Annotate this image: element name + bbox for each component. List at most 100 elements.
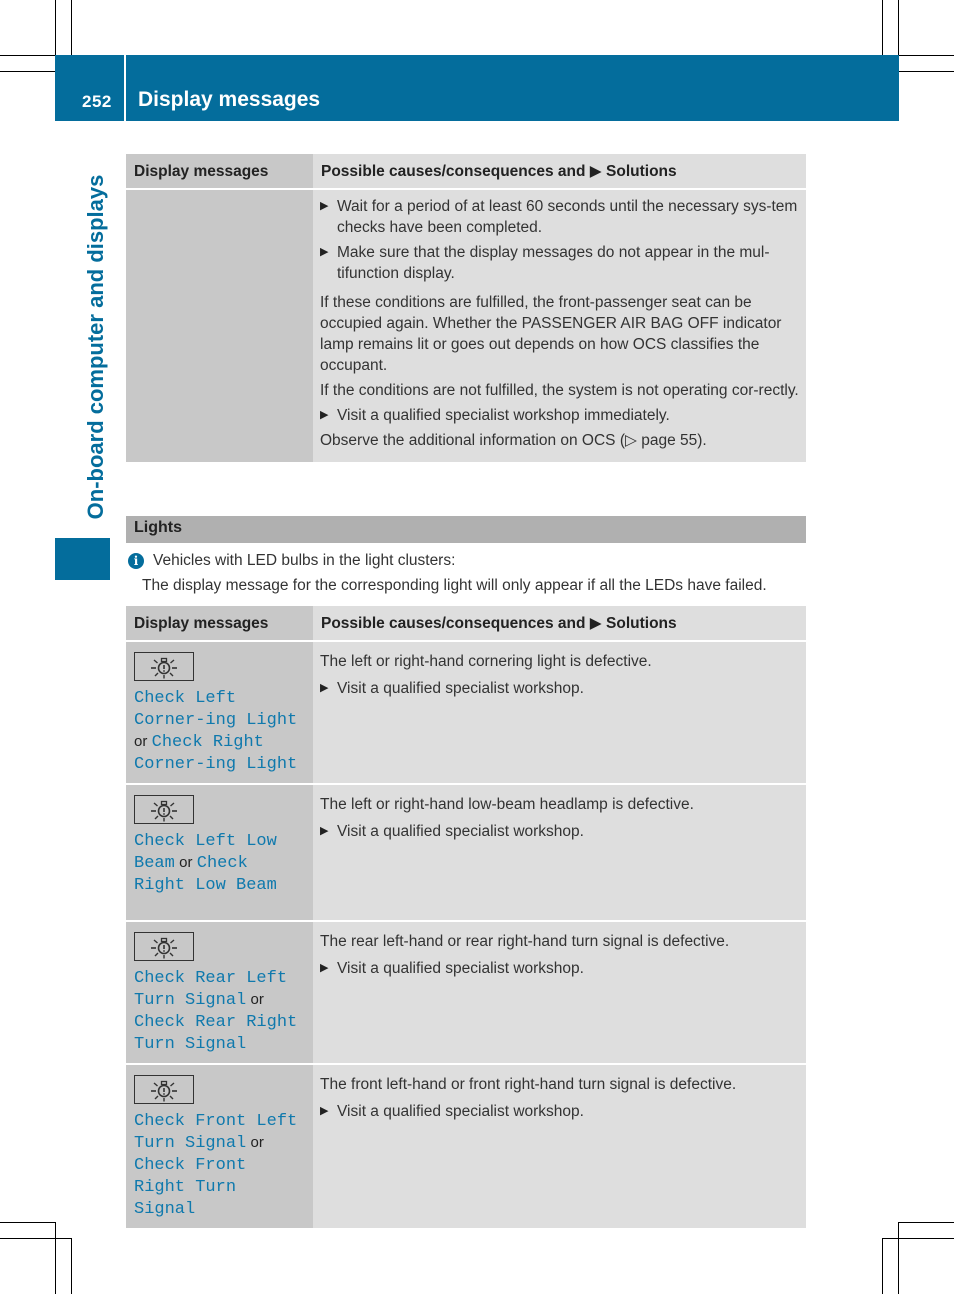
table-header-row: Display messages Possible causes/consequ… <box>126 606 806 642</box>
crop-mark <box>882 1238 954 1239</box>
crop-mark <box>898 0 899 55</box>
solution-arrow-icon: ▶ <box>589 615 602 632</box>
bulb-warning-icon <box>134 932 194 961</box>
display-message-text: Check Rear Left Turn Signal or Check Rea… <box>134 967 305 1055</box>
display-message-text: Check Front Left Turn Signal or Check Fr… <box>134 1110 305 1220</box>
display-message-text: Check Left Low Beam or Check Right Low B… <box>134 830 305 896</box>
crop-mark <box>0 55 55 56</box>
step-text: Visit a qualified specialist workshop im… <box>337 407 670 424</box>
column-header-display-messages: Display messages <box>126 154 313 190</box>
table-row: Check Front Left Turn Signal or Check Fr… <box>126 1064 806 1230</box>
cause-text: The rear left-hand or rear right-hand tu… <box>320 933 730 950</box>
crop-mark <box>71 1238 72 1294</box>
column-header-causes-label: Possible causes/consequences and <box>321 163 586 180</box>
crop-mark <box>55 0 56 55</box>
paragraph: If the conditions are not fulfilled, the… <box>320 382 799 399</box>
step-text: Visit a qualified specialist workshop. <box>337 960 584 977</box>
bulb-warning-icon <box>134 795 194 824</box>
display-messages-table-lights: Display messages Possible causes/consequ… <box>126 606 806 1230</box>
crop-mark <box>899 55 954 56</box>
table-row: ▶ Wait for a period of at least 60 second… <box>126 189 806 462</box>
display-message-a: Check Rear Left Turn Signal <box>134 969 288 1010</box>
info-note: i Vehicles with LED bulbs in the light c… <box>128 552 455 570</box>
or-label: or <box>134 733 148 750</box>
step-arrow-icon: ▶ <box>320 246 329 258</box>
display-message-cell <box>126 189 313 462</box>
step-arrow-icon: ▶ <box>320 962 329 974</box>
step-arrow-icon: ▶ <box>320 200 329 212</box>
crop-mark <box>899 71 954 72</box>
crop-mark <box>898 1222 899 1294</box>
or-label: or <box>179 854 193 871</box>
header-divider <box>124 55 126 121</box>
step-text: Visit a qualified specialist workshop. <box>337 680 584 697</box>
solution-step: ▶ Visit a qualified specialist workshop. <box>320 821 799 842</box>
step-text: Make sure that the display messages do n… <box>337 244 770 282</box>
causes-cell: The left or right-hand low-beam headlamp… <box>313 784 806 922</box>
step-text: Visit a qualified specialist workshop. <box>337 1103 584 1120</box>
solution-arrow-icon: ▶ <box>589 163 602 180</box>
crop-mark <box>55 1222 56 1294</box>
display-message-cell: Check Rear Left Turn Signal or Check Rea… <box>126 921 313 1065</box>
display-message-cell: Check Front Left Turn Signal or Check Fr… <box>126 1064 313 1230</box>
column-header-solutions-label: Solutions <box>606 615 677 632</box>
step-text: Visit a qualified specialist workshop. <box>337 823 584 840</box>
table-header-row: Display messages Possible causes/consequ… <box>126 154 806 190</box>
display-message-b: Check Front Right Turn Signal <box>134 1156 247 1219</box>
solution-step: ▶ Wait for a period of at least 60 second… <box>320 196 799 238</box>
display-message-a: Check Front Left Turn Signal <box>134 1112 298 1153</box>
column-header-solutions-label: Solutions <box>606 163 677 180</box>
display-message-cell: Check Left Low Beam or Check Right Low B… <box>126 784 313 922</box>
table-row: Check Left Low Beam or Check Right Low B… <box>126 784 806 922</box>
crop-mark <box>71 0 72 55</box>
display-messages-table-ocs: Display messages Possible causes/consequ… <box>126 154 806 462</box>
cause-text: The front left-hand or front right-hand … <box>320 1076 737 1093</box>
causes-cell: The rear left-hand or rear right-hand tu… <box>313 921 806 1065</box>
column-header-display-messages: Display messages <box>126 606 313 642</box>
chapter-tab-marker <box>55 538 110 580</box>
causes-cell: The left or right-hand cornering light i… <box>313 641 806 785</box>
display-message-text: Check Left Corner-ing Light or Check Rig… <box>134 687 305 775</box>
crop-mark <box>0 1222 55 1223</box>
info-icon: i <box>128 553 144 569</box>
page-reference[interactable]: Observe the additional information on OC… <box>320 430 799 451</box>
section-title: Lights <box>134 519 182 536</box>
column-header-causes: Possible causes/consequences and ▶ Solut… <box>313 606 806 642</box>
or-label: or <box>250 1134 264 1151</box>
causes-cell: ▶ Wait for a period of at least 60 second… <box>313 189 806 462</box>
or-label: or <box>250 991 264 1008</box>
display-message-b: Check Right Corner-ing Light <box>134 733 298 774</box>
solution-step: ▶ Visit a qualified specialist workshop. <box>320 678 799 699</box>
crop-mark <box>882 1238 883 1294</box>
table-row: Check Left Corner-ing Light or Check Rig… <box>126 641 806 785</box>
column-header-causes: Possible causes/consequences and ▶ Solut… <box>313 154 806 190</box>
crop-mark <box>899 1222 954 1223</box>
causes-cell: The front left-hand or front right-hand … <box>313 1064 806 1230</box>
bulb-warning-icon <box>134 652 194 681</box>
cause-text: The left or right-hand low-beam headlamp… <box>320 796 694 813</box>
step-arrow-icon: ▶ <box>320 682 329 694</box>
step-arrow-icon: ▶ <box>320 409 329 421</box>
info-note-line2: The display message for the correspondin… <box>142 577 767 594</box>
step-arrow-icon: ▶ <box>320 825 329 837</box>
step-arrow-icon: ▶ <box>320 1105 329 1117</box>
page-number: 252 <box>82 92 112 111</box>
step-text: Wait for a period of at least 60 seconds… <box>337 198 798 236</box>
info-note-line1: Vehicles with LED bulbs in the light clu… <box>153 552 456 569</box>
cause-text: The left or right-hand cornering light i… <box>320 653 652 670</box>
bulb-warning-icon <box>134 1075 194 1104</box>
solution-step: ▶ Visit a qualified specialist workshop. <box>320 958 799 979</box>
column-header-causes-label: Possible causes/consequences and <box>321 615 586 632</box>
crop-mark <box>882 0 883 55</box>
chapter-tab-label: On-board computer and displays <box>83 174 108 520</box>
section-header-lights: Lights <box>126 516 806 543</box>
solution-step: ▶ Visit a qualified specialist workshop i… <box>320 405 799 426</box>
crop-mark <box>0 1238 71 1239</box>
paragraph: If these conditions are fulfilled, the f… <box>320 294 782 374</box>
solution-step: ▶ Visit a qualified specialist workshop. <box>320 1101 799 1122</box>
page-title: Display messages <box>138 88 321 111</box>
table-row: Check Rear Left Turn Signal or Check Rea… <box>126 921 806 1065</box>
crop-mark <box>0 71 55 72</box>
display-message-cell: Check Left Corner-ing Light or Check Rig… <box>126 641 313 785</box>
display-message-a: Check Left Corner-ing Light <box>134 689 298 730</box>
